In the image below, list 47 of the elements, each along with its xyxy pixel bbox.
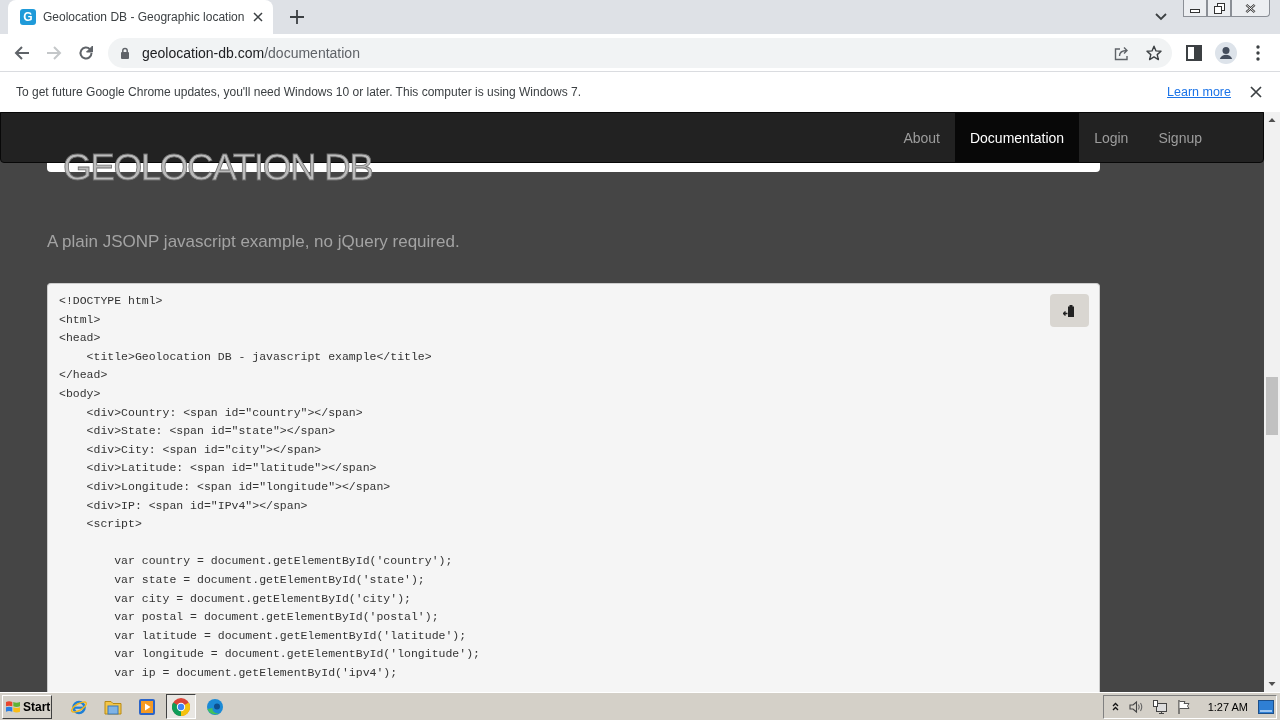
plus-icon[interactable] xyxy=(290,10,305,24)
clipboard-icon xyxy=(1062,303,1077,318)
url-text: geolocation-db.com/documentation xyxy=(142,44,360,61)
nav-link[interactable]: Documentation xyxy=(954,113,1080,162)
share-icon[interactable] xyxy=(1114,44,1130,61)
browser-icon xyxy=(172,697,190,716)
profile-avatar-icon[interactable] xyxy=(1215,41,1237,64)
restore-icon xyxy=(1213,2,1225,14)
nav-link[interactable]: Login xyxy=(1079,113,1144,162)
menu-icon[interactable] xyxy=(1256,44,1260,61)
scrollbar-thumb[interactable] xyxy=(1266,377,1278,435)
site-title: GEOLOCATION DB xyxy=(63,149,373,186)
address-field[interactable]: geolocation-db.com/documentation xyxy=(108,37,1172,68)
clock-text[interactable]: 1:27 AM xyxy=(1207,700,1248,713)
start-button[interactable]: Start xyxy=(2,694,52,719)
side-panel-icon[interactable] xyxy=(1186,44,1202,61)
caret-icon[interactable] xyxy=(1155,13,1167,21)
flag-icon[interactable] xyxy=(1175,698,1192,715)
code-text: <!DOCTYPE html> <html> <head> <title>Geolocation DB - javascript example</title> </head> <body> <div>Country: <span id="country"></span> <div>State: <span id="state"></span> <div>City: <span id="city"></span> <div>Latitude: <span id="latitude"></span> <div>Longitude: <span id="longitude"></span> <div>IP: <span id="IPv4"></span> <script> var country = document.getElementById('country'); var state = document.getElementById('state'); var city = document.getElementById('city'); var postal = document.getElementById('postal'); var latitude = document.getElementById('latitude'); var longitude = document.getElementById('longitude'); var ip = document.getElementById('ipv4'); xyxy=(59,293,480,681)
desktop-icon[interactable] xyxy=(1258,699,1274,714)
nav-link[interactable]: About xyxy=(888,113,955,162)
close-icon[interactable] xyxy=(253,12,264,22)
chevron-up-icon[interactable] xyxy=(1111,702,1119,711)
scrollbar[interactable] xyxy=(1264,112,1280,692)
speaker-icon[interactable] xyxy=(1127,698,1144,715)
infobar-message: To get future Google Chrome updates, you'll need Windows 10 or later. This computer is using Windows 7. xyxy=(16,85,582,99)
lock-icon xyxy=(120,46,130,59)
reload-icon[interactable] xyxy=(78,44,94,61)
close-icon xyxy=(1245,2,1256,14)
windows-flag-icon xyxy=(5,699,21,714)
play-tile-icon xyxy=(138,697,156,716)
star-icon[interactable] xyxy=(1146,44,1162,61)
browser-tab[interactable]: G Geolocation DB - Geographic location xyxy=(8,0,274,34)
intro-text: A plain JSONP javascript example, no jQuery required. xyxy=(47,231,460,253)
back-arrow-icon[interactable] xyxy=(14,44,30,61)
learn-more-link[interactable]: Learn more xyxy=(1167,85,1231,99)
swirl-icon xyxy=(206,697,224,716)
close-icon[interactable] xyxy=(1250,86,1262,98)
favicon: G xyxy=(20,9,36,25)
copy-button[interactable] xyxy=(1050,294,1089,327)
minimize-icon xyxy=(1190,9,1200,13)
minimize-button[interactable] xyxy=(1183,0,1207,17)
restore-button[interactable] xyxy=(1207,0,1231,17)
close-button[interactable] xyxy=(1231,0,1270,17)
taskbar-button[interactable] xyxy=(166,694,196,719)
network-icon[interactable] xyxy=(1151,698,1168,715)
nav-link[interactable]: Signup xyxy=(1143,113,1217,162)
